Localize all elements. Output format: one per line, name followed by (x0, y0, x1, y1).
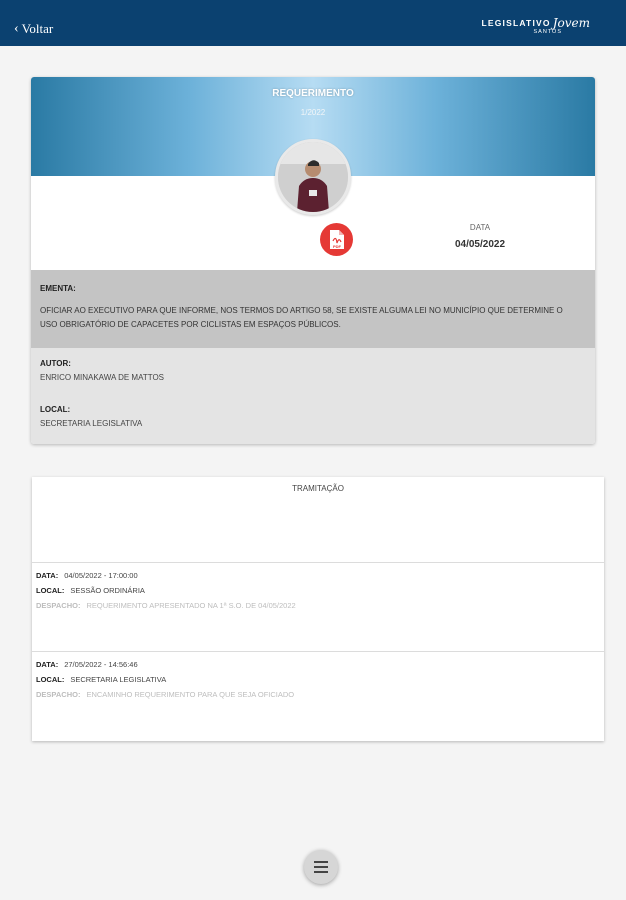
tramitacao-title: TRAMITAÇÃO (32, 477, 604, 563)
back-button[interactable]: ‹ Voltar (14, 21, 53, 37)
date-label: DATA (469, 223, 491, 232)
ementa-text: OFICIAR AO EXECUTIVO PARA QUE INFORME, N… (40, 306, 563, 329)
pdf-icon: PDF (330, 230, 344, 249)
autor-label: AUTOR: (40, 359, 71, 368)
entry-local-value: SECRETARIA LEGISLATIVA (70, 675, 167, 684)
entry-despacho-value: REQUERIMENTO APRESENTADO NA 1ª S.O. DE 0… (86, 601, 296, 610)
entry-local-value: SESSÃO ORDINÁRIA (70, 586, 145, 595)
local-label: LOCAL: (40, 405, 71, 414)
entry-despacho-label: DESPACHO: (36, 690, 81, 699)
autor-value: ENRICO MINAKAWA DE MATTOS (40, 373, 165, 382)
entry-local-label: LOCAL: (36, 586, 65, 595)
info-section: AUTOR: ENRICO MINAKAWA DE MATTOS LOCAL: … (31, 348, 595, 444)
entry-local-label: LOCAL: (36, 675, 65, 684)
entry-data-label: DATA: (36, 571, 59, 580)
author-photo (275, 139, 351, 215)
ementa-label: EMENTA: (40, 284, 76, 293)
brand-city: SANTOS (533, 29, 562, 35)
ementa-section: EMENTA: OFICIAR AO EXECUTIVO PARA QUE IN… (31, 270, 595, 348)
svg-text:PDF: PDF (333, 244, 342, 249)
pdf-download-button[interactable]: PDF (320, 223, 353, 256)
document-card: REQUERIMENTO 1/2022 PDF DATA 04/05/2022 … (31, 77, 595, 444)
date-box: DATA 04/05/2022 (425, 223, 535, 250)
document-type: REQUERIMENTO (272, 88, 354, 99)
brand-jovem: Jovem (552, 15, 590, 30)
brand-logo: LEGISLATIVO Jovem SANTOS (481, 14, 590, 35)
back-label: Voltar (21, 21, 54, 36)
menu-button[interactable] (304, 850, 338, 884)
tramitacao-entry: DATA: 27/05/2022 - 14:56:46 LOCAL: SECRETA… (32, 652, 604, 741)
entry-data-label: DATA: (36, 660, 59, 669)
tramitacao-card: TRAMITAÇÃO DATA: 04/05/2022 - 17:00:00 LO… (32, 477, 604, 741)
document-number: 1/2022 (300, 108, 326, 117)
entry-despacho-label: DESPACHO: (36, 601, 81, 610)
entry-despacho-value: ENCAMINHO REQUERIMENTO PARA QUE SEJA OFI… (86, 690, 295, 699)
top-bar: ‹ Voltar LEGISLATIVO Jovem SANTOS (0, 0, 626, 46)
entry-data-value: 27/05/2022 - 14:56:46 (64, 660, 138, 669)
chevron-left-icon: ‹ (14, 21, 19, 36)
tramitacao-entry: DATA: 04/05/2022 - 17:00:00 LOCAL: SESSÃO … (32, 563, 604, 652)
date-value: 04/05/2022 (454, 239, 506, 250)
local-value: SECRETARIA LEGISLATIVA (40, 419, 143, 428)
brand-legislativo: LEGISLATIVO (481, 17, 551, 28)
entry-data-value: 04/05/2022 - 17:00:00 (64, 571, 138, 580)
